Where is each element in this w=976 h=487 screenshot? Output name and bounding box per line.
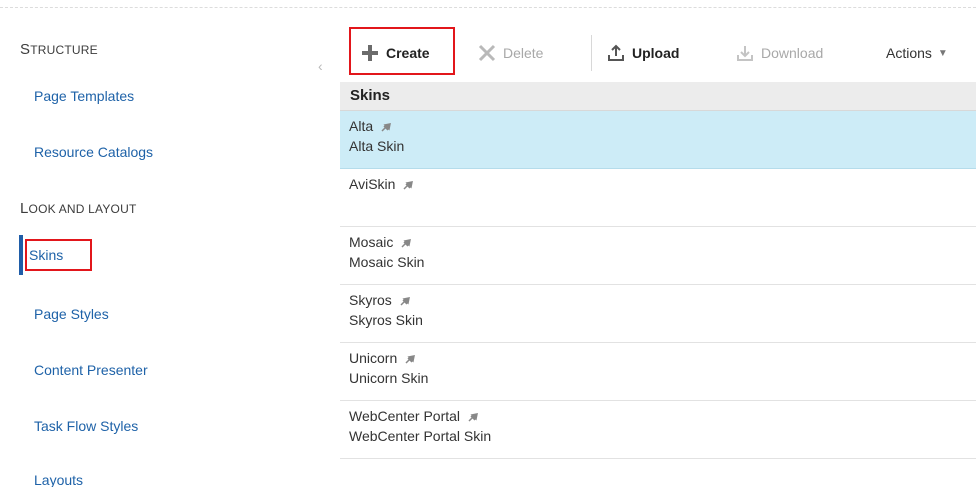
table-row[interactable]: WebCenter Portal WebCenter Portal Skin bbox=[340, 401, 976, 459]
create-button[interactable]: Create bbox=[360, 38, 430, 68]
sidebar-item-resource-catalogs[interactable]: Resource Catalogs bbox=[34, 144, 153, 160]
row-description: Alta Skin bbox=[349, 138, 405, 155]
delete-label: Delete bbox=[503, 45, 544, 61]
delete-button[interactable]: Delete bbox=[477, 38, 543, 68]
dropdown-arrow-icon: ▼ bbox=[937, 47, 948, 59]
row-name[interactable]: WebCenter Portal bbox=[349, 408, 460, 424]
table-row[interactable]: Unicorn Unicorn Skin bbox=[340, 343, 976, 401]
plus-icon bbox=[360, 43, 380, 63]
table-row[interactable]: Skyros Skyros Skin bbox=[340, 285, 976, 343]
row-name[interactable]: Mosaic bbox=[349, 234, 393, 250]
create-label: Create bbox=[386, 45, 430, 61]
pin-icon bbox=[403, 176, 414, 194]
sidebar-item-task-flow-styles[interactable]: Task Flow Styles bbox=[34, 418, 138, 434]
toolbar-separator bbox=[591, 35, 592, 71]
skins-table: Skins Alta Alta Skin AviSkin Mosaic Mosa… bbox=[340, 82, 976, 459]
sidebar: Structure Page Templates Resource Catalo… bbox=[0, 0, 310, 487]
collapse-sidebar-icon[interactable]: ‹ bbox=[318, 58, 323, 74]
sidebar-item-content-presenter[interactable]: Content Presenter bbox=[34, 362, 148, 378]
table-row[interactable]: AviSkin bbox=[340, 169, 976, 227]
actions-menu[interactable]: Actions ▼ bbox=[886, 38, 948, 68]
sidebar-item-skins[interactable]: Skins bbox=[29, 247, 63, 263]
upload-icon bbox=[606, 44, 626, 62]
row-description: Mosaic Skin bbox=[349, 254, 425, 271]
toolbar: Create Delete Upload Download Actions ▼ bbox=[340, 27, 976, 76]
row-name[interactable]: Skyros bbox=[349, 292, 392, 308]
actions-label: Actions bbox=[886, 45, 932, 61]
row-description: Skyros Skin bbox=[349, 312, 423, 329]
download-label: Download bbox=[761, 45, 824, 61]
table-row[interactable]: Mosaic Mosaic Skin bbox=[340, 227, 976, 285]
table-row[interactable]: Alta Alta Skin bbox=[340, 111, 976, 169]
pin-icon bbox=[381, 118, 391, 136]
row-name[interactable]: AviSkin bbox=[349, 176, 395, 192]
sidebar-item-page-styles[interactable]: Page Styles bbox=[34, 306, 109, 322]
upload-label: Upload bbox=[632, 45, 680, 61]
active-item-indicator bbox=[19, 235, 23, 275]
table-header-skins: Skins bbox=[340, 82, 976, 111]
row-description: Unicorn Skin bbox=[349, 370, 429, 387]
section-header-look-and-layout: Look and Layout bbox=[20, 200, 137, 217]
section-header-structure: Structure bbox=[20, 41, 98, 58]
row-name[interactable]: Alta bbox=[349, 118, 373, 134]
row-description: WebCenter Portal Skin bbox=[349, 428, 492, 445]
sidebar-item-layouts[interactable]: Layouts bbox=[34, 472, 83, 487]
upload-button[interactable]: Upload bbox=[606, 38, 679, 68]
pin-icon bbox=[468, 408, 478, 426]
delete-x-icon bbox=[477, 43, 497, 63]
pin-icon bbox=[400, 292, 410, 310]
pin-icon bbox=[405, 350, 416, 368]
pin-icon bbox=[401, 234, 412, 252]
row-name[interactable]: Unicorn bbox=[349, 350, 397, 366]
download-icon bbox=[735, 44, 755, 62]
sidebar-item-page-templates[interactable]: Page Templates bbox=[34, 88, 134, 104]
download-button[interactable]: Download bbox=[735, 38, 823, 68]
